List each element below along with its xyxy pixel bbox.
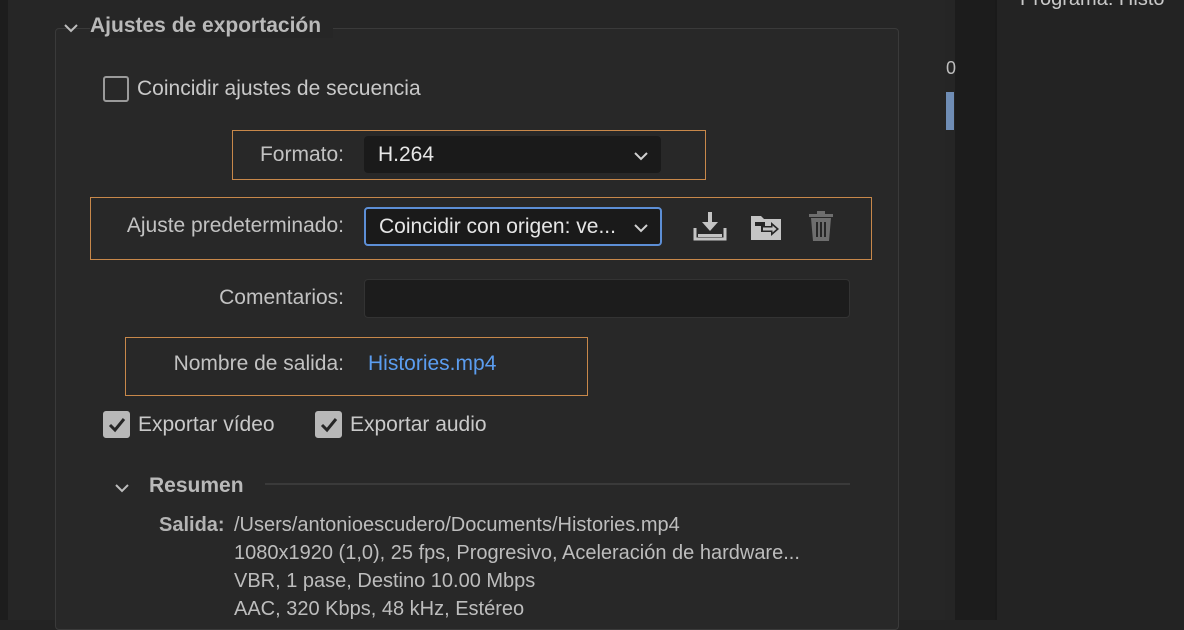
format-label: Formato: bbox=[259, 143, 344, 166]
format-dropdown[interactable]: H.264 bbox=[364, 136, 661, 173]
summary-line: AAC, 320 Kbps, 48 kHz, Estéreo bbox=[234, 598, 525, 620]
panel-edge bbox=[0, 0, 8, 620]
export-audio-label: Exportar audio bbox=[350, 412, 487, 436]
chevron-down-icon[interactable] bbox=[64, 20, 78, 33]
save-preset-icon[interactable] bbox=[692, 208, 728, 244]
summary-line: /Users/antonioescudero/Documents/Histori… bbox=[234, 514, 680, 536]
comments-label: Comentarios: bbox=[219, 286, 344, 309]
match-sequence-checkbox[interactable] bbox=[103, 76, 129, 102]
preset-label: Ajuste predeterminado: bbox=[126, 214, 344, 237]
export-audio-row[interactable]: Exportar audio bbox=[315, 411, 487, 438]
summary-output-key: Salida: bbox=[159, 514, 225, 536]
export-video-label: Exportar vídeo bbox=[138, 412, 275, 436]
match-sequence-label: Coincidir ajustes de secuencia bbox=[137, 77, 421, 100]
preset-value: Coincidir con origen: ve... bbox=[379, 214, 616, 238]
export-settings-group bbox=[55, 28, 899, 630]
section-header[interactable]: Ajustes de exportación bbox=[64, 14, 334, 38]
summary-header[interactable]: Resumen bbox=[115, 474, 244, 498]
summary-title: Resumen bbox=[149, 474, 244, 497]
match-sequence-row[interactable]: Coincidir ajustes de secuencia bbox=[103, 76, 421, 102]
timecode-fragment: 0 bbox=[946, 58, 957, 78]
output-name-label: Nombre de salida: bbox=[173, 352, 344, 375]
output-name-link[interactable]: Histories.mp4 bbox=[368, 352, 496, 376]
preset-dropdown[interactable]: Coincidir con origen: ve... bbox=[364, 207, 662, 246]
scrollbar-thumb[interactable] bbox=[946, 92, 954, 130]
summary-line: 1080x1920 (1,0), 25 fps, Progresivo, Ace… bbox=[234, 542, 800, 564]
export-video-row[interactable]: Exportar vídeo bbox=[103, 411, 275, 438]
delete-preset-icon[interactable] bbox=[803, 208, 839, 244]
summary-line: VBR, 1 pase, Destino 10.00 Mbps bbox=[234, 570, 536, 592]
program-monitor-pane bbox=[995, 0, 1184, 620]
summary-divider bbox=[265, 483, 850, 485]
program-monitor-title: Programa: Histo bbox=[1020, 0, 1165, 11]
chevron-down-icon bbox=[634, 143, 648, 167]
export-audio-checkbox[interactable] bbox=[315, 411, 342, 438]
format-value: H.264 bbox=[378, 142, 435, 166]
chevron-down-icon[interactable] bbox=[115, 480, 129, 493]
comments-field[interactable] bbox=[364, 279, 850, 318]
export-video-checkbox[interactable] bbox=[103, 411, 130, 438]
chevron-down-icon bbox=[634, 215, 648, 239]
import-preset-icon[interactable] bbox=[748, 208, 784, 244]
section-title: Ajustes de exportación bbox=[90, 14, 334, 38]
